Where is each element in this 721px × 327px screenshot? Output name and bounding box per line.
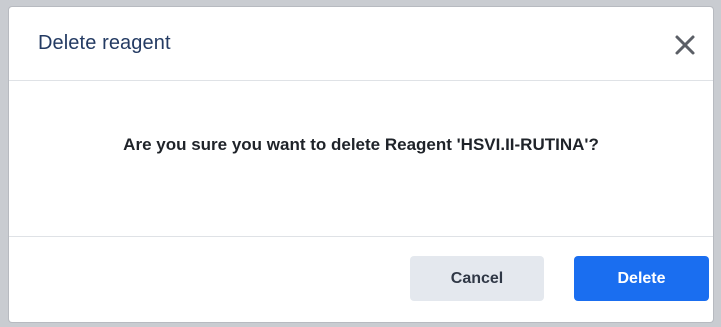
dialog-footer: Cancel Delete	[9, 237, 713, 322]
close-icon	[675, 35, 695, 55]
dialog-body: Are you sure you want to delete Reagent …	[9, 81, 713, 237]
dialog-header: Delete reagent	[9, 7, 713, 81]
delete-button[interactable]: Delete	[574, 256, 709, 301]
cancel-button[interactable]: Cancel	[410, 256, 544, 301]
page-backdrop: Delete reagent Are you sure you want to …	[0, 0, 721, 327]
delete-reagent-dialog: Delete reagent Are you sure you want to …	[9, 7, 713, 322]
confirm-message: Are you sure you want to delete Reagent …	[123, 135, 599, 154]
close-button[interactable]	[671, 31, 699, 59]
dialog-title: Delete reagent	[38, 32, 171, 54]
